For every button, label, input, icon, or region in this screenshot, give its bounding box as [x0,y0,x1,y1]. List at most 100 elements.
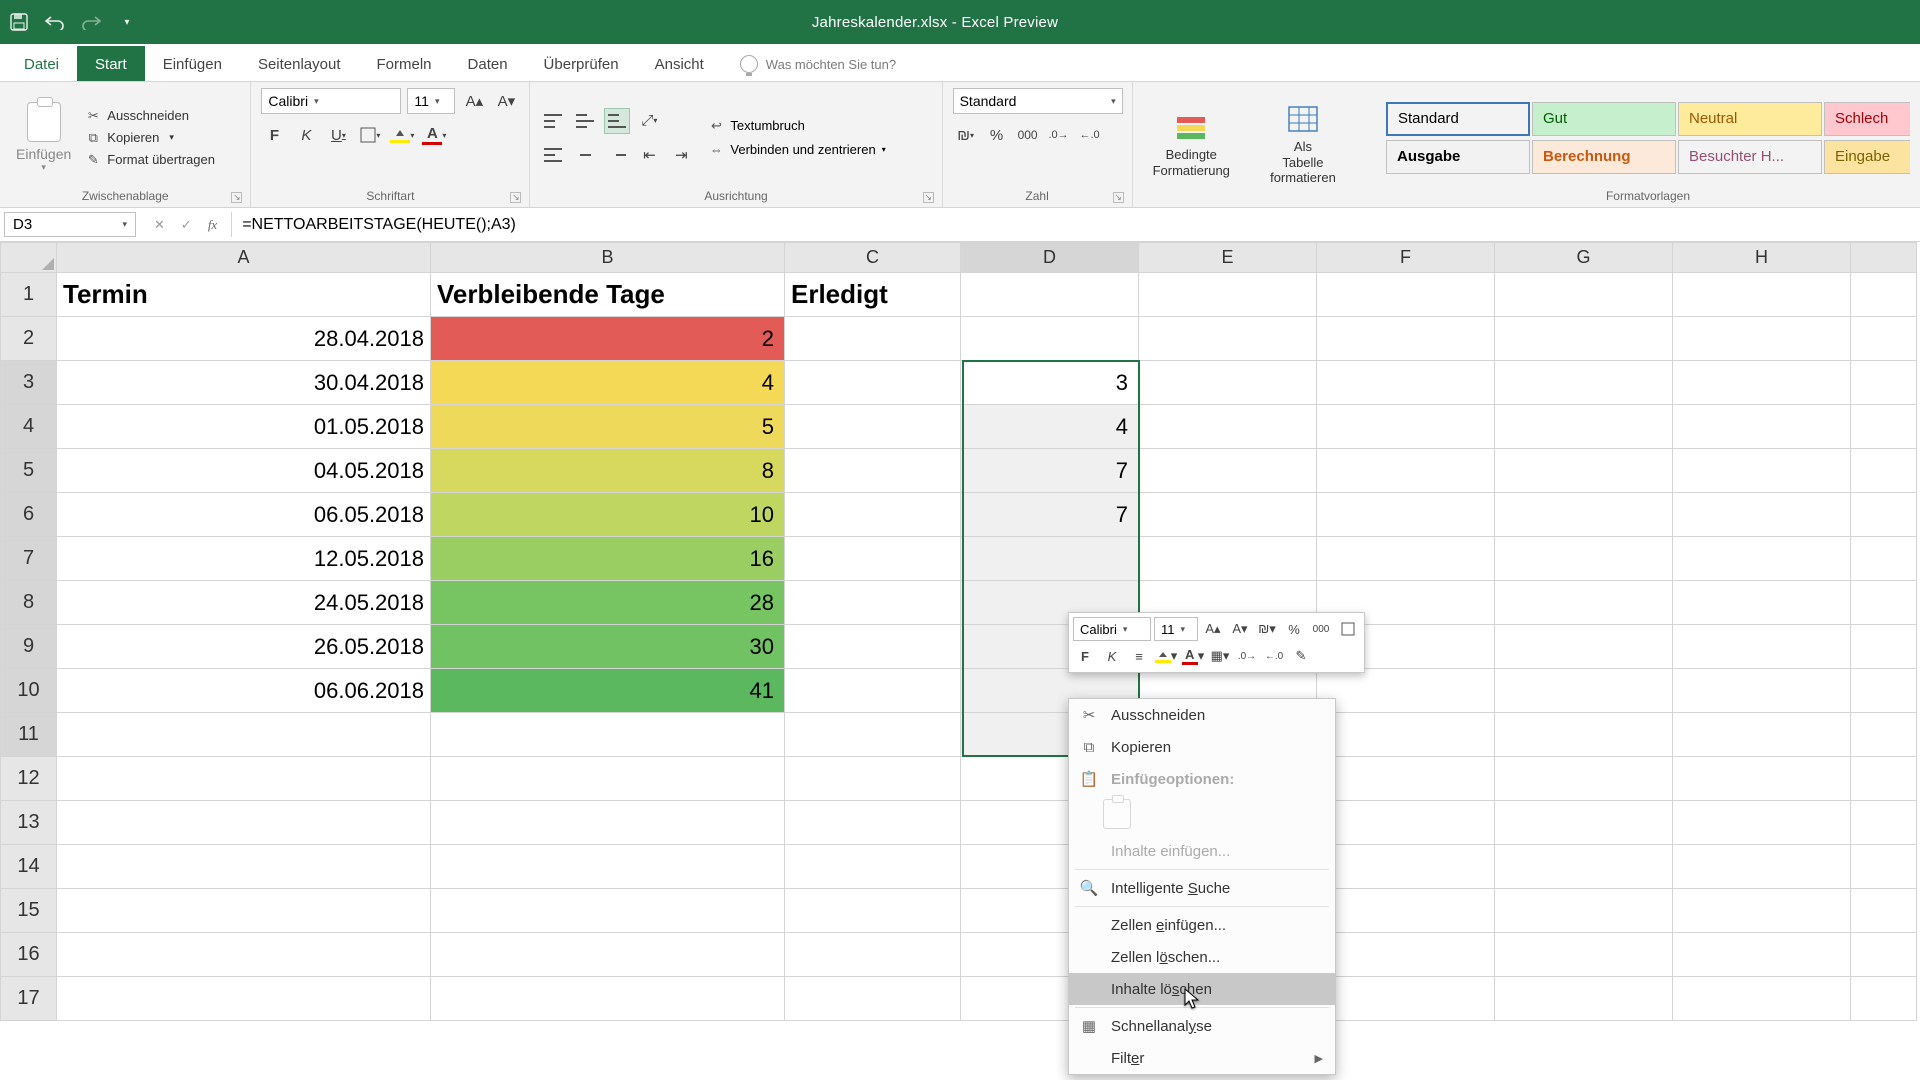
increase-font-icon[interactable]: A▴ [461,88,487,114]
mini-inc-dec-icon[interactable]: .0→ [1235,644,1259,668]
cell[interactable] [1851,493,1917,537]
row-header[interactable]: 14 [1,845,57,889]
row-header[interactable]: 9 [1,625,57,669]
cell[interactable] [1495,889,1673,933]
cell[interactable] [961,317,1139,361]
col-header-c[interactable]: C [785,243,961,273]
format-as-table-button[interactable]: AlsTabelle formatieren [1240,103,1366,186]
cell[interactable] [1673,625,1851,669]
mini-font-color-icon[interactable]: A▾ [1181,644,1205,668]
cell[interactable] [57,713,431,757]
align-middle-icon[interactable] [572,108,598,134]
row-header[interactable]: 11 [1,713,57,757]
font-name-combo[interactable]: Calibri▾ [261,88,401,114]
cell[interactable] [1851,537,1917,581]
cell[interactable] [57,977,431,1021]
col-header-e[interactable]: E [1139,243,1317,273]
cell[interactable] [1673,449,1851,493]
cell[interactable] [1317,493,1495,537]
style-gut[interactable]: Gut [1532,102,1676,136]
mini-align-icon[interactable]: ≡ [1127,644,1151,668]
cell[interactable]: 10 [431,493,785,537]
cell[interactable] [1317,669,1495,713]
tab-review[interactable]: Überprüfen [526,46,637,81]
cell[interactable] [1673,317,1851,361]
align-center-icon[interactable] [572,142,598,168]
cell[interactable]: 30.04.2018 [57,361,431,405]
conditional-formatting-button[interactable]: BedingteFormatierung [1143,111,1240,178]
cell[interactable] [1317,317,1495,361]
tab-file[interactable]: Datei [6,46,77,81]
cell[interactable] [1673,977,1851,1021]
cell[interactable] [1673,757,1851,801]
cell[interactable] [1673,537,1851,581]
undo-icon[interactable] [44,11,66,33]
tell-me[interactable]: Was möchten Sie tun? [734,47,902,81]
ctx-cut[interactable]: ✂Ausschneiden [1069,699,1335,731]
row-header[interactable]: 17 [1,977,57,1021]
cell[interactable] [57,757,431,801]
wrap-text-button[interactable]: ↩Textumbruch [708,118,885,134]
cell[interactable] [1851,317,1917,361]
cell[interactable]: 12.05.2018 [57,537,431,581]
cell[interactable] [1851,405,1917,449]
cell[interactable]: 28.04.2018 [57,317,431,361]
ctx-clear-contents[interactable]: Inhalte löschen [1069,973,1335,1005]
cell[interactable] [961,273,1139,317]
dialog-launcher-icon[interactable]: ↘ [510,192,521,203]
cell[interactable] [1673,493,1851,537]
cell[interactable]: 7 [961,449,1139,493]
style-eingabe[interactable]: Eingabe [1824,140,1910,174]
row-header[interactable]: 8 [1,581,57,625]
fx-icon[interactable]: fx [208,217,217,233]
cell[interactable] [1139,273,1317,317]
cell[interactable] [1673,889,1851,933]
cell[interactable] [1495,933,1673,977]
cell[interactable] [1139,405,1317,449]
row-header[interactable]: 13 [1,801,57,845]
cell[interactable] [1495,669,1673,713]
cell[interactable] [1851,581,1917,625]
fill-color-button[interactable]: ▾ [389,122,415,148]
cell[interactable] [1317,273,1495,317]
italic-button[interactable]: K [293,122,319,148]
decrease-decimal-icon[interactable]: ←.0 [1077,122,1103,148]
row-header[interactable]: 10 [1,669,57,713]
cell[interactable] [1673,669,1851,713]
tab-view[interactable]: Ansicht [637,46,722,81]
cell[interactable] [785,845,961,889]
row-header[interactable]: 16 [1,933,57,977]
row-header[interactable]: 7 [1,537,57,581]
cell[interactable] [57,801,431,845]
cell[interactable]: 2 [431,317,785,361]
cell[interactable] [1851,361,1917,405]
cell[interactable]: 28 [431,581,785,625]
cell[interactable] [1139,449,1317,493]
align-top-icon[interactable] [540,108,566,134]
copy-button[interactable]: ⧉Kopieren▾ [85,130,215,146]
cell[interactable] [1851,273,1917,317]
ctx-quick-analysis[interactable]: ▦Schnellanalyse [1069,1010,1335,1042]
mini-accounting-icon[interactable]: ₪▾ [1255,617,1279,641]
ctx-delete-cells[interactable]: Zellen löschen... [1069,941,1335,973]
style-standard[interactable]: Standard [1386,102,1530,136]
cell[interactable] [1317,713,1495,757]
cell[interactable]: 41 [431,669,785,713]
cell[interactable] [785,317,961,361]
cell[interactable] [785,449,961,493]
font-size-combo[interactable]: 11▾ [407,88,455,114]
underline-button[interactable]: U▾ [325,122,351,148]
cancel-icon[interactable]: ✕ [154,217,165,233]
col-header-b[interactable]: B [431,243,785,273]
tab-pagelayout[interactable]: Seitenlayout [240,46,359,81]
tab-formulas[interactable]: Formeln [359,46,450,81]
cell[interactable] [1495,449,1673,493]
cell[interactable]: 4 [961,405,1139,449]
col-header-i[interactable] [1851,243,1917,273]
cell[interactable] [57,933,431,977]
ctx-copy[interactable]: ⧉Kopieren [1069,731,1335,763]
cell[interactable] [1851,669,1917,713]
ctx-filter[interactable]: Filter▶ [1069,1042,1335,1074]
cell[interactable] [1851,449,1917,493]
cell[interactable] [1851,845,1917,889]
